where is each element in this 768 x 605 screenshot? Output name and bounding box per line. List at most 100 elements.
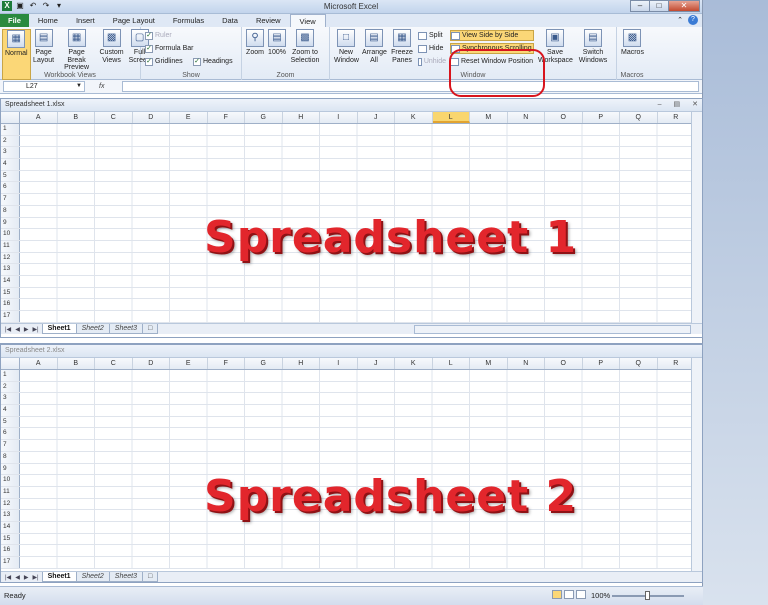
help-icon[interactable]: ? <box>688 15 698 25</box>
sheet-grid[interactable]: ABCDEFGHIJKLMNOPQR 1 2 3 4 5 6 7 8 9 10 11 12 13 14 15… <box>1 358 702 571</box>
headings-checkbox[interactable]: ✓ Headings <box>193 56 233 67</box>
column-header[interactable]: R <box>658 358 695 369</box>
tab-formulas[interactable]: Formulas <box>164 14 213 27</box>
row-cells[interactable] <box>20 182 702 194</box>
row-cells[interactable] <box>20 545 702 556</box>
row-cells[interactable] <box>20 557 702 568</box>
column-header[interactable]: L <box>432 112 470 123</box>
row-header[interactable]: 10 <box>1 229 20 240</box>
column-header[interactable]: D <box>133 358 170 369</box>
minimize-button[interactable]: – <box>630 0 650 12</box>
row-header[interactable]: 10 <box>1 475 20 486</box>
tab-page-layout[interactable]: Page Layout <box>104 14 164 27</box>
next-sheet-icon[interactable]: ▶ <box>24 574 29 581</box>
tab-view[interactable]: View <box>289 14 326 27</box>
page-break-icon[interactable] <box>576 590 586 599</box>
sheet-tab[interactable]: Sheet3 <box>108 572 143 582</box>
maximize-button[interactable]: □ <box>649 0 669 12</box>
column-header[interactable]: I <box>320 358 358 369</box>
column-header[interactable]: O <box>545 112 583 123</box>
ruler-checkbox[interactable]: ✓ Ruler <box>145 30 189 41</box>
sheet-grid[interactable]: ABCDEFGHIJKLMNOPQR 1 2 3 4 5 6 7 8 9 10 11 12 13 14 15… <box>1 112 702 323</box>
row-header[interactable]: 6 <box>1 428 20 440</box>
column-header[interactable]: Q <box>620 112 658 123</box>
row-header[interactable]: 12 <box>1 498 20 510</box>
row-header[interactable]: 4 <box>1 159 20 170</box>
row-header[interactable]: 16 <box>1 545 20 556</box>
sheet-tab[interactable]: Sheet3 <box>108 324 143 334</box>
name-box[interactable]: L27 ▼ <box>3 81 85 92</box>
column-header[interactable]: I <box>320 112 358 123</box>
column-header[interactable]: P <box>583 358 620 369</box>
row-header[interactable]: 1 <box>1 124 20 135</box>
row-cells[interactable] <box>20 194 702 205</box>
split-button[interactable]: Split <box>418 30 446 41</box>
prev-sheet-icon[interactable]: ◀ <box>15 574 20 581</box>
column-header[interactable]: O <box>545 358 583 369</box>
column-header[interactable]: K <box>395 112 433 123</box>
row-header[interactable]: 14 <box>1 521 20 533</box>
vertical-scrollbar[interactable] <box>691 112 702 323</box>
column-header[interactable]: P <box>583 112 620 123</box>
row-header[interactable]: 3 <box>1 393 20 405</box>
column-header[interactable]: D <box>133 112 170 123</box>
close-button[interactable]: ✕ <box>668 0 700 12</box>
sheet-tab[interactable]: Sheet2 <box>75 572 110 582</box>
column-header[interactable]: M <box>470 358 508 369</box>
sheet-tab[interactable]: Sheet1 <box>41 324 77 334</box>
row-header[interactable]: 9 <box>1 217 20 229</box>
row-cells[interactable] <box>20 381 702 393</box>
column-header[interactable]: L <box>433 358 470 369</box>
row-cells[interactable] <box>20 299 702 310</box>
row-header[interactable]: 5 <box>1 416 20 428</box>
row-cells[interactable] <box>20 124 702 135</box>
row-header[interactable]: 8 <box>1 205 20 217</box>
row-header[interactable]: 16 <box>1 299 20 310</box>
row-header[interactable]: 11 <box>1 240 20 252</box>
column-header[interactable]: H <box>283 358 320 369</box>
column-header[interactable]: Q <box>620 358 658 369</box>
column-header[interactable]: R <box>658 112 695 123</box>
column-header[interactable]: H <box>283 112 320 123</box>
row-header[interactable]: 3 <box>1 147 20 159</box>
column-header[interactable]: N <box>508 358 545 369</box>
formula-bar-checkbox[interactable]: ✓ Formula Bar <box>145 43 194 54</box>
column-header[interactable]: K <box>395 358 433 369</box>
select-all-corner[interactable] <box>1 112 20 123</box>
row-cells[interactable] <box>20 311 702 322</box>
row-header[interactable]: 13 <box>1 264 20 275</box>
column-header[interactable]: A <box>20 358 58 369</box>
column-header[interactable]: N <box>508 112 545 123</box>
row-header[interactable]: 15 <box>1 533 20 545</box>
view-side-by-side-button[interactable]: View Side by Side <box>450 30 534 41</box>
gridlines-checkbox[interactable]: ✓ Gridlines <box>145 56 189 67</box>
column-header[interactable]: A <box>20 112 58 123</box>
row-header[interactable]: 1 <box>1 370 20 381</box>
row-header[interactable]: 2 <box>1 135 20 147</box>
vertical-scrollbar[interactable] <box>691 358 702 571</box>
row-cells[interactable] <box>20 428 702 440</box>
first-sheet-icon[interactable]: |◀ <box>5 574 11 581</box>
insert-sheet-icon[interactable]: □ <box>141 572 159 582</box>
row-cells[interactable] <box>20 370 702 381</box>
row-header[interactable]: 17 <box>1 311 20 322</box>
row-header[interactable]: 11 <box>1 486 20 498</box>
row-header[interactable]: 7 <box>1 440 20 451</box>
restore-icon[interactable]: ▤ <box>674 99 681 111</box>
unhide-button[interactable]: Unhide <box>418 56 446 67</box>
row-header[interactable]: 9 <box>1 463 20 475</box>
row-cells[interactable] <box>20 135 702 147</box>
tab-data[interactable]: Data <box>213 14 247 27</box>
horizontal-scrollbar[interactable] <box>414 325 691 334</box>
row-cells[interactable] <box>20 393 702 405</box>
last-sheet-icon[interactable]: ▶| <box>32 574 38 581</box>
page-layout-icon[interactable] <box>564 590 574 599</box>
sheet-tab[interactable]: Sheet1 <box>41 572 77 582</box>
row-header[interactable]: 5 <box>1 170 20 182</box>
column-header[interactable]: F <box>208 358 245 369</box>
row-header[interactable]: 15 <box>1 287 20 299</box>
row-header[interactable]: 7 <box>1 194 20 205</box>
hide-button[interactable]: Hide <box>418 43 446 54</box>
row-header[interactable]: 17 <box>1 557 20 568</box>
column-header[interactable]: G <box>245 112 283 123</box>
